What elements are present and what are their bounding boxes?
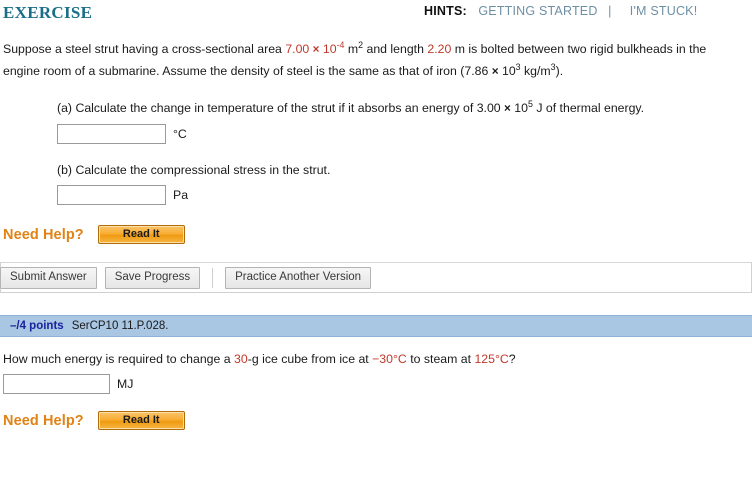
q2-text-3: to steam at <box>406 352 475 366</box>
part-a-text-before: (a) Calculate the change in temperature … <box>57 101 505 115</box>
q2-answer-row: MJ <box>3 374 752 394</box>
hint-im-stuck-link[interactable]: I'M STUCK! <box>630 4 698 18</box>
read-it-button-1[interactable]: Read It <box>97 225 185 244</box>
length-value: 2.20 <box>427 42 452 56</box>
save-progress-button[interactable]: Save Progress <box>104 267 201 289</box>
area-value: 7.00 <box>285 42 310 56</box>
stem-text-5: ). <box>555 63 564 78</box>
q2-mass-value: 30 <box>234 352 248 366</box>
read-it-button-2[interactable]: Read It <box>97 411 185 430</box>
need-help-label-2: Need Help? <box>3 412 84 429</box>
hint-divider: | <box>608 4 612 18</box>
part-a-text: (a) Calculate the change in temperature … <box>57 98 697 119</box>
question-code: SerCP10 11.P.028. <box>71 320 169 332</box>
part-b-unit-label: Pa <box>173 188 189 202</box>
part-a-answer-input[interactable] <box>57 124 166 144</box>
q2-unit-label: MJ <box>117 376 134 391</box>
q2-answer-input[interactable] <box>3 374 110 394</box>
submit-answer-button[interactable]: Submit Answer <box>0 267 97 289</box>
part-b-answer-row: Pa <box>57 185 697 205</box>
need-help-section-1: Need Help? Read It <box>3 225 752 244</box>
q2-temp-start: −30°C <box>372 352 407 366</box>
part-a-unit-label: °C <box>173 127 187 141</box>
q2-text-2: -g ice cube from ice at <box>247 352 373 366</box>
exercise-header: EXERCISE HINTS: GETTING STARTED | I'M ST… <box>0 0 752 26</box>
stem-text-2: and length <box>363 42 428 56</box>
part-b-text: (b) Calculate the compressional stress i… <box>57 163 331 177</box>
q2-temp-end: 125°C <box>474 352 509 366</box>
part-a-answer-row: °C <box>57 124 697 144</box>
page-title: EXERCISE <box>3 3 93 22</box>
points-banner: –/4 points SerCP10 11.P.028. <box>0 315 752 337</box>
question-1-stem: Suppose a steel strut having a cross-sec… <box>0 39 752 82</box>
points-value: –/4 points <box>10 320 64 332</box>
action-bar: Submit Answer Save Progress Practice Ano… <box>0 263 752 294</box>
practice-another-version-button[interactable]: Practice Another Version <box>225 267 372 289</box>
need-help-label-1: Need Help? <box>3 226 84 243</box>
q2-text-4: ? <box>508 352 516 366</box>
multiply-symbol-3: × <box>504 102 511 115</box>
area-unit: m <box>347 42 359 56</box>
part-a-energy-base: 10 <box>514 101 528 115</box>
stem-text-1: Suppose a steel strut having a cross-sec… <box>3 42 286 56</box>
action-button-group: Submit Answer Save Progress Practice Ano… <box>0 267 386 289</box>
question-part-a: (a) Calculate the change in temperature … <box>57 98 697 144</box>
multiply-symbol-2: × <box>491 64 499 78</box>
part-b-answer-input[interactable] <box>57 185 166 205</box>
q2-text-1: How much energy is required to change a <box>3 352 235 366</box>
hints-label: HINTS: <box>424 4 467 18</box>
need-help-section-2: Need Help? Read It <box>3 411 752 430</box>
question-part-b: (b) Calculate the compressional stress i… <box>57 160 697 205</box>
density-base: 10 <box>501 63 516 78</box>
hint-getting-started-link[interactable]: GETTING STARTED <box>478 4 597 18</box>
part-a-text-after: J of thermal energy. <box>532 101 645 115</box>
hints-bar: HINTS: GETTING STARTED | I'M STUCK! <box>424 4 697 18</box>
multiply-symbol-1: × <box>312 43 320 56</box>
area-base: 10 <box>322 42 337 56</box>
button-group-divider <box>212 268 214 288</box>
question-2-stem: How much energy is required to change a … <box>0 350 752 394</box>
stem-text-4: kg/m <box>520 63 551 78</box>
